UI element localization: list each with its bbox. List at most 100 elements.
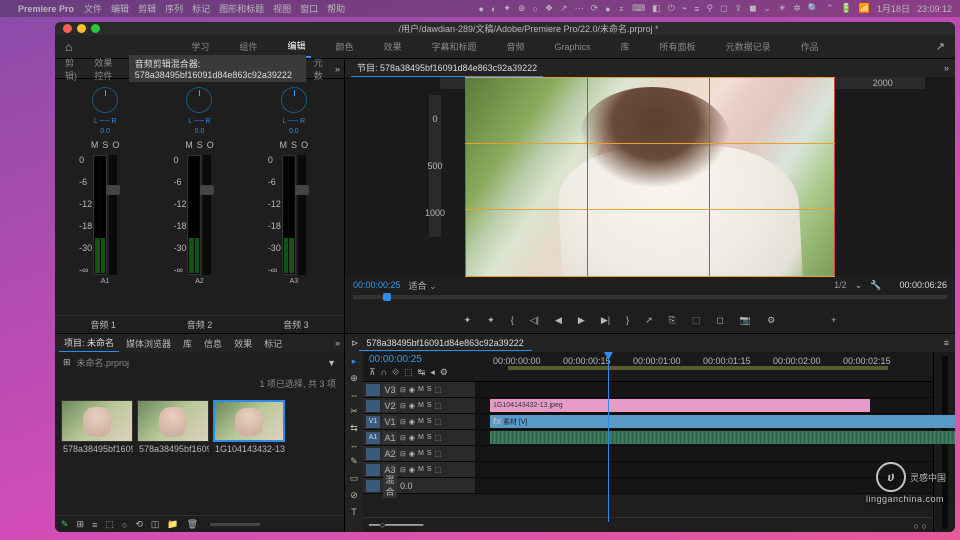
menu-帮助[interactable]: 帮助 <box>327 2 345 15</box>
status-icon[interactable]: ○ <box>533 4 538 14</box>
workspace-tab-6[interactable]: 音频 <box>501 36 531 57</box>
clip[interactable]: fx 素材 [V] <box>490 415 955 428</box>
transport-button-2[interactable]: { <box>511 315 514 325</box>
panel-menu-icon[interactable]: » <box>335 338 340 348</box>
track-label[interactable]: A1 <box>383 432 397 444</box>
pan-knob[interactable] <box>281 87 307 113</box>
workspace-tab-11[interactable]: 作品 <box>795 36 825 57</box>
status-icon[interactable]: ◧ <box>652 3 661 14</box>
status-icon[interactable]: ⊕ <box>518 3 526 14</box>
track-toggle[interactable]: ⊟ <box>400 450 406 458</box>
project-item-2[interactable]: 1G104143432-13.jpeg <box>213 400 285 454</box>
timeline-option-icon[interactable]: ↹ <box>418 367 426 378</box>
track-toggle[interactable]: ◉ <box>409 450 415 458</box>
video-canvas[interactable] <box>465 77 835 277</box>
status-icon[interactable]: ✲ <box>793 3 801 14</box>
status-icon[interactable]: ◻ <box>720 3 727 14</box>
menu-图形和标题[interactable]: 图形和标题 <box>219 2 264 15</box>
transport-button-3[interactable]: ◁| <box>530 315 539 326</box>
menu-序列[interactable]: 序列 <box>165 2 183 15</box>
status-icon[interactable]: ⟳ <box>591 3 599 14</box>
track-toggle[interactable]: M <box>418 434 424 441</box>
status-icon[interactable]: ⋯ <box>575 3 584 14</box>
track-toggle[interactable]: M <box>418 402 424 409</box>
export-icon[interactable]: ↗ <box>936 40 945 53</box>
track-toggle[interactable]: ◉ <box>409 434 415 442</box>
track-toggle[interactable]: S <box>427 450 432 457</box>
tool-1[interactable]: ⊕ <box>350 373 358 384</box>
workspace-tab-7[interactable]: Graphics <box>549 38 597 56</box>
scrub-playhead[interactable] <box>383 293 391 301</box>
track-target[interactable] <box>366 464 380 476</box>
status-icon[interactable]: ⇪ <box>735 3 743 14</box>
thumbnail[interactable] <box>61 400 133 442</box>
track-header-A1[interactable]: A1 A1⊟◉MS⬚ <box>363 430 475 445</box>
project-tab-1[interactable]: 媒体浏览器 <box>121 335 176 352</box>
workspace-tab-8[interactable]: 库 <box>615 36 636 57</box>
bin-icon[interactable]: ⊞ <box>63 357 71 368</box>
menu-编辑[interactable]: 编辑 <box>111 2 129 15</box>
workspace-tab-1[interactable]: 组件 <box>233 36 263 57</box>
m-button[interactable]: M <box>280 140 288 150</box>
track-label[interactable]: V1 <box>383 416 397 428</box>
track-toggle[interactable]: S <box>427 386 432 393</box>
workspace-tab-10[interactable]: 元数据记录 <box>720 36 777 57</box>
o-button[interactable]: O <box>301 140 308 150</box>
panel-menu-icon[interactable]: » <box>335 64 340 74</box>
track-target[interactable] <box>366 400 380 412</box>
project-tab-5[interactable]: 标记 <box>259 335 287 352</box>
tool-4[interactable]: ⇆ <box>350 423 358 434</box>
track-toggle[interactable]: M <box>418 386 424 393</box>
timeline-menu-icon[interactable]: ⊳ <box>351 338 359 349</box>
volume-fader[interactable] <box>203 155 211 275</box>
track-toggle[interactable]: M <box>418 450 424 457</box>
timeline-option-icon[interactable]: ⟐ <box>392 367 399 378</box>
track-toggle[interactable]: ⬚ <box>435 386 442 394</box>
wrench-icon[interactable]: 🔧 <box>870 280 881 291</box>
add-button[interactable]: + <box>831 315 836 325</box>
thumb-size-slider[interactable] <box>210 523 260 526</box>
tool-5[interactable]: ↔ <box>350 440 359 450</box>
timeline-playhead[interactable] <box>608 352 609 522</box>
track-toggle[interactable]: ⬚ <box>435 434 442 442</box>
workspace-tab-0[interactable]: 学习 <box>185 36 215 57</box>
track-label[interactable]: A2 <box>383 448 397 460</box>
workspace-tab-4[interactable]: 效果 <box>377 36 407 57</box>
zoom-icon[interactable] <box>91 24 100 33</box>
track-toggle[interactable]: ⬚ <box>435 466 442 474</box>
program-scrubber[interactable] <box>345 293 955 307</box>
workspace-tab-3[interactable]: 颜色 <box>329 36 359 57</box>
project-footer-button-5[interactable]: ⟲ <box>135 519 143 530</box>
workspace-tab-5[interactable]: 字幕和标题 <box>425 36 482 57</box>
mixer-tab-2[interactable]: 音频剪辑混合器: 578a38495bf16091d84e863c92a3922… <box>129 55 306 82</box>
o-button[interactable]: O <box>112 140 119 150</box>
menu-文件[interactable]: 文件 <box>84 2 102 15</box>
tool-3[interactable]: ✂ <box>350 406 358 417</box>
tool-2[interactable]: ⇔ <box>350 390 359 400</box>
tool-0[interactable]: ▸ <box>352 356 357 367</box>
timeline-zoom-slider[interactable]: ━━○━━━━━━━ <box>369 520 423 531</box>
transport-button-0[interactable]: ✦ <box>464 315 472 326</box>
close-icon[interactable] <box>63 24 72 33</box>
track-label[interactable]: V2 <box>383 400 397 412</box>
track-toggle[interactable]: S <box>427 402 432 409</box>
track-toggle[interactable]: ⊟ <box>400 418 406 426</box>
status-icon[interactable]: ❖ <box>545 3 553 14</box>
audio-clip[interactable] <box>490 431 955 444</box>
project-tab-3[interactable]: 信息 <box>199 335 227 352</box>
track-target[interactable]: A1 <box>366 432 380 444</box>
project-tab-0[interactable]: 项目: 未命名 <box>59 334 119 352</box>
home-icon[interactable]: ⌂ <box>65 40 72 54</box>
status-icon[interactable]: ↗ <box>560 3 568 14</box>
thumbnail[interactable] <box>137 400 209 442</box>
transport-button-4[interactable]: ◀ <box>555 315 562 326</box>
track-header-V1[interactable]: V1 V1⊟◉MS⬚ <box>363 414 475 429</box>
status-icon[interactable]: ⏻ <box>668 3 675 14</box>
status-icon[interactable]: ≡ <box>694 4 699 14</box>
track-toggle[interactable]: M <box>418 466 424 473</box>
track-header-V3[interactable]: V3⊟◉MS⬚ <box>363 382 475 397</box>
project-footer-button-8[interactable]: 🗑 <box>187 519 198 530</box>
status-icon[interactable]: ⚲ <box>706 3 713 14</box>
track-toggle[interactable]: ◉ <box>409 402 415 410</box>
project-tab-4[interactable]: 效果 <box>229 335 257 352</box>
